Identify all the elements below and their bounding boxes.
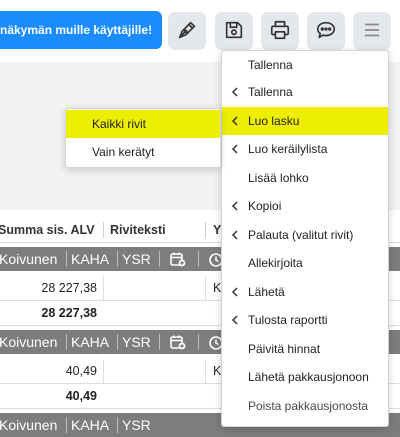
print-button[interactable] <box>261 12 299 50</box>
save-icon <box>223 19 245 44</box>
menu-item-label: Tallenna <box>248 85 293 99</box>
menu-item-label: Tulosta raportti <box>248 313 328 327</box>
chevron-left-icon <box>231 87 238 97</box>
menu-item-create-picklist[interactable]: Luo keräilylista <box>222 135 388 163</box>
menu-item-print-report[interactable]: Tulosta raportti <box>222 306 388 334</box>
group-code: YSR <box>122 251 151 267</box>
menu-item-send-to-packing[interactable]: Lähetä pakkausjonoon <box>222 363 388 391</box>
submenu-item-picked-only[interactable]: Vain kerätyt <box>66 138 220 166</box>
chevron-left-icon <box>231 201 238 211</box>
calendar-add-icon[interactable] <box>170 251 186 267</box>
submenu-item-all-rows[interactable]: Kaikki rivit <box>66 110 220 138</box>
menu-item-label: Luo lasku <box>248 114 300 128</box>
sign-button[interactable] <box>168 12 206 50</box>
menu-item-sign[interactable]: Allekirjoita <box>222 249 388 277</box>
chevron-left-icon <box>231 116 238 126</box>
group-code: KAHA <box>71 251 110 267</box>
calendar-add-icon[interactable] <box>170 334 186 350</box>
menu-button[interactable] <box>353 12 391 50</box>
column-header[interactable]: Riviteksti <box>110 223 166 237</box>
share-view-button[interactable]: näkymän muille käyttäjille! <box>0 11 162 49</box>
menu-item-save-submenu[interactable]: Tallenna <box>222 78 388 106</box>
menu-item-label: Lisää lohko <box>248 171 309 185</box>
subtotal-amount: 28 227,38 <box>41 306 97 320</box>
menu-item-label: Tallenna <box>248 58 293 72</box>
chevron-left-icon <box>231 144 238 154</box>
menu-item-label: Luo keräilylista <box>248 142 328 156</box>
menu-item-label: Poista pakkausjonosta <box>248 399 369 413</box>
print-icon <box>269 19 291 44</box>
menu-item-label: Päivitä hinnat <box>248 342 321 356</box>
menu-item-restore-rows[interactable]: Palauta (valitut rivit) <box>222 221 388 249</box>
column-header[interactable]: Summa sis. ALV <box>0 223 95 237</box>
chevron-left-icon <box>231 315 238 325</box>
menu-item-update-prices[interactable]: Päivitä hinnat <box>222 335 388 363</box>
create-invoice-submenu: Kaikki rivit Vain kerätyt <box>65 108 221 168</box>
group-name: Koivunen <box>0 417 58 433</box>
menu-item-create-invoice[interactable]: Luo lasku <box>222 107 388 135</box>
menu-item-save[interactable]: Tallenna <box>222 51 388 79</box>
menu-item-label: Lähetä <box>248 285 285 299</box>
menu-item-copy[interactable]: Kopioi <box>222 192 388 220</box>
menu-item-add-block[interactable]: Lisää lohko <box>222 164 388 192</box>
actions-menu: Tallenna Tallenna Luo lasku Luo keräilyl… <box>221 50 389 427</box>
group-code: KAHA <box>71 417 110 433</box>
menu-item-label: Lähetä pakkausjonoon <box>248 370 369 384</box>
chevron-left-icon <box>231 287 238 297</box>
group-name: Koivunen <box>0 334 58 350</box>
group-name: Koivunen <box>0 251 58 267</box>
subtotal-amount: 40,49 <box>65 389 97 403</box>
menu-item-send[interactable]: Lähetä <box>222 278 388 306</box>
amount-cell: 28 227,38 <box>41 281 97 295</box>
menu-item-label: Kopioi <box>248 199 282 213</box>
submenu-item-label: Kaikki rivit <box>92 117 147 131</box>
menu-item-label: Allekirjoita <box>248 256 303 270</box>
menu-icon <box>361 19 383 44</box>
menu-item-label: Palauta (valitut rivit) <box>248 228 354 242</box>
group-code: YSR <box>122 417 151 433</box>
menu-item-remove-from-packing[interactable]: Poista pakkausjonosta <box>222 392 388 420</box>
save-button[interactable] <box>215 12 253 50</box>
amount-cell: 40,49 <box>65 364 97 378</box>
pen-nib-icon <box>176 19 198 44</box>
comment-button[interactable] <box>307 12 345 50</box>
chevron-left-icon <box>231 230 238 240</box>
submenu-item-label: Vain kerätyt <box>92 145 155 159</box>
comment-icon <box>315 19 337 44</box>
group-code: YSR <box>122 334 151 350</box>
group-code: KAHA <box>71 334 110 350</box>
